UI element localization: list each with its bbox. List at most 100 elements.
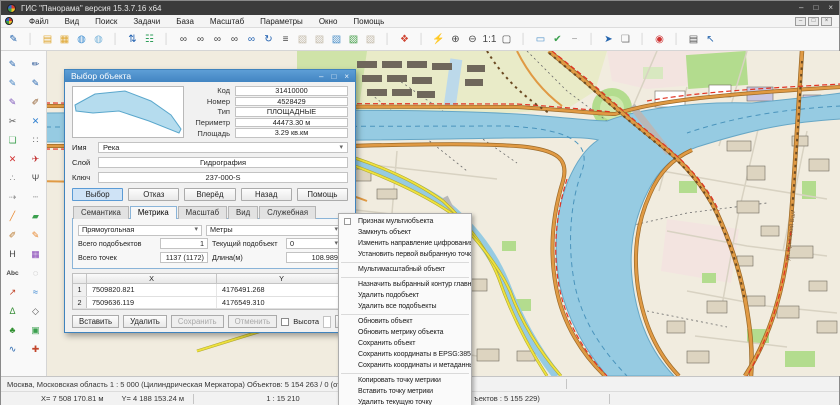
find-refresh-button[interactable]: ↻ <box>260 30 277 49</box>
height-input[interactable] <box>323 316 331 328</box>
menu-item-change-direction[interactable]: Изменить направление цифрования <box>339 238 471 249</box>
toolbar-divider[interactable]: │ <box>515 30 532 49</box>
color-palette-button[interactable]: ◉ <box>651 30 668 49</box>
find-object-button[interactable]: ∞ <box>175 30 192 49</box>
image-arrow-green-button[interactable]: ▧ <box>345 30 362 49</box>
menu-item-set-main-contour[interactable]: Назначить выбранный контур главным <box>339 279 471 290</box>
draw-line-tool[interactable]: ╱ <box>1 207 24 226</box>
menu-database[interactable]: База <box>168 15 202 28</box>
help-button[interactable]: Помощь <box>297 188 348 201</box>
delete-object-tool[interactable]: ✕ <box>1 150 24 169</box>
column-header-y[interactable]: Y <box>217 274 347 283</box>
find-next-button[interactable]: ∞ <box>209 30 226 49</box>
select-points-tool[interactable]: ∴ <box>1 169 24 188</box>
edit-smooth-tool[interactable]: ✎ <box>1 74 24 93</box>
length-field[interactable]: 108.989 <box>286 252 342 263</box>
object-list-button[interactable]: ≡ <box>277 30 294 49</box>
run-task-button[interactable]: ⚡ <box>430 30 447 49</box>
menu-item-multiscale-object[interactable]: Мультимасштабный объект <box>339 264 471 275</box>
node-grid-tool[interactable]: ∷ <box>24 131 47 150</box>
menu-item-multiobject-flag[interactable]: Признак мультиобъекта <box>339 216 471 227</box>
open-map-button[interactable]: ▤ <box>39 30 56 49</box>
menu-item-close-object[interactable]: Замкнуть объект <box>339 227 471 238</box>
dialog-title-bar[interactable]: Выбор объекта – □ × <box>65 70 355 82</box>
column-header-x[interactable]: X <box>87 274 217 283</box>
current-subobject-select[interactable]: 0▾ <box>286 238 342 249</box>
image-check-button[interactable]: ▧ <box>311 30 328 49</box>
tab-service[interactable]: Служебная <box>259 206 316 219</box>
menu-item-refresh-object[interactable]: Обновить объект <box>339 316 471 327</box>
toolbar-divider[interactable]: │ <box>22 30 39 49</box>
menu-search[interactable]: Поиск <box>87 15 125 28</box>
coord-system-select[interactable]: Прямоугольная▾ <box>78 225 202 236</box>
dialog-minimize-button[interactable]: – <box>319 72 323 81</box>
open-internet-map-button[interactable]: ◍ <box>90 30 107 49</box>
toolbar-divider[interactable]: │ <box>107 30 124 49</box>
stamp-tool[interactable]: ▣ <box>24 321 47 340</box>
menu-item-save-coords-epsg[interactable]: Сохранить координаты в EPSG:3857 <box>339 349 471 360</box>
print-button[interactable]: ▤ <box>685 30 702 49</box>
mdi-restore-button[interactable]: □ <box>808 17 819 26</box>
tab-scale[interactable]: Масштаб <box>178 206 227 219</box>
zoom-in-button[interactable]: ⊕ <box>447 30 464 49</box>
menu-item-set-first-point[interactable]: Установить первой выбранную точку <box>339 249 471 260</box>
mdi-close-button[interactable]: × <box>821 17 832 26</box>
save-map-button[interactable]: ▦ <box>56 30 73 49</box>
window-close-button[interactable]: × <box>828 2 833 14</box>
whats-this-button[interactable]: ↖ <box>702 30 719 49</box>
x-value[interactable]: 7509636.119 <box>87 297 217 309</box>
vegetation-tool[interactable]: ♣ <box>1 321 24 340</box>
cross-tool[interactable]: ✚ <box>24 340 47 359</box>
total-points-field[interactable]: 1137 (1172) <box>160 252 208 263</box>
menu-item-refresh-metrics[interactable]: Обновить метрику объекта <box>339 327 471 338</box>
open-geoportal-button[interactable]: ◍ <box>73 30 90 49</box>
move-points-tool[interactable]: ⇢ <box>1 188 24 207</box>
back-button[interactable]: Назад <box>241 188 292 201</box>
menu-scale[interactable]: Масштаб <box>202 15 252 28</box>
plane-tool[interactable]: ✈ <box>24 150 47 169</box>
grid-color-tool[interactable]: ▦ <box>24 245 47 264</box>
cancel-button[interactable]: Отказ <box>128 188 179 201</box>
select-button[interactable]: Выбор <box>72 188 123 201</box>
pencil-dark-tool[interactable]: ✏ <box>24 55 47 74</box>
dash-line-tool[interactable]: ┄ <box>24 188 47 207</box>
layer-list-button[interactable]: ⇅ <box>124 30 141 49</box>
measure-tool[interactable]: ◇ <box>24 302 47 321</box>
toolbar-divider[interactable]: │ <box>634 30 651 49</box>
y-value[interactable]: 4176549.310 <box>217 297 347 309</box>
y-value[interactable]: 4176491.268 <box>217 284 347 296</box>
window-minimize-button[interactable]: – <box>799 2 803 14</box>
menu-item-paste-point[interactable]: Вставить точку метрики <box>339 386 471 397</box>
image-flower-button[interactable]: ▧ <box>294 30 311 49</box>
save-button[interactable]: Сохранить <box>171 315 224 328</box>
brush-tool[interactable]: ✐ <box>24 93 47 112</box>
cut-object-tool[interactable]: ✂ <box>1 112 24 131</box>
curve-tool[interactable]: ∿ <box>1 340 24 359</box>
table-row[interactable]: 2 7509636.119 4176549.310 <box>73 297 347 310</box>
menu-help[interactable]: Помощь <box>345 15 392 28</box>
window-maximize-button[interactable]: □ <box>813 2 818 14</box>
x-value[interactable]: 7509820.821 <box>87 284 217 296</box>
menu-options[interactable]: Параметры <box>252 15 311 28</box>
image-close-button[interactable]: ▧ <box>362 30 379 49</box>
polygon-tool[interactable]: ▰ <box>24 207 47 226</box>
menu-item-copy-point[interactable]: Копировать точку метрики <box>339 375 471 386</box>
create-object-button[interactable]: ✎ <box>5 30 22 49</box>
total-subobjects-field[interactable]: 1 <box>160 238 208 249</box>
image-arrow-blue-button[interactable]: ▧ <box>328 30 345 49</box>
find-selected-button[interactable]: ∞ <box>243 30 260 49</box>
menu-tasks[interactable]: Задачи <box>125 15 168 28</box>
units-select[interactable]: Метры▾ <box>206 225 342 236</box>
fan-tool[interactable]: ✕ <box>24 112 47 131</box>
menu-view[interactable]: Вид <box>57 15 87 28</box>
toolbar-divider[interactable]: │ <box>158 30 175 49</box>
scale-1-1-button[interactable]: 1:1 <box>481 30 498 49</box>
fit-extent-button[interactable]: ▢ <box>498 30 515 49</box>
text-h-tool[interactable]: H <box>1 245 24 264</box>
screen-view-button[interactable]: ▭ <box>532 30 549 49</box>
delete-point-button[interactable]: Удалить <box>123 315 167 328</box>
select-info-button[interactable]: ➤ <box>600 30 617 49</box>
height-checkbox[interactable] <box>281 318 289 326</box>
dialog-close-button[interactable]: × <box>344 72 349 81</box>
menu-item-delete-all-subobjects[interactable]: Удалить все подобъекты <box>339 301 471 312</box>
